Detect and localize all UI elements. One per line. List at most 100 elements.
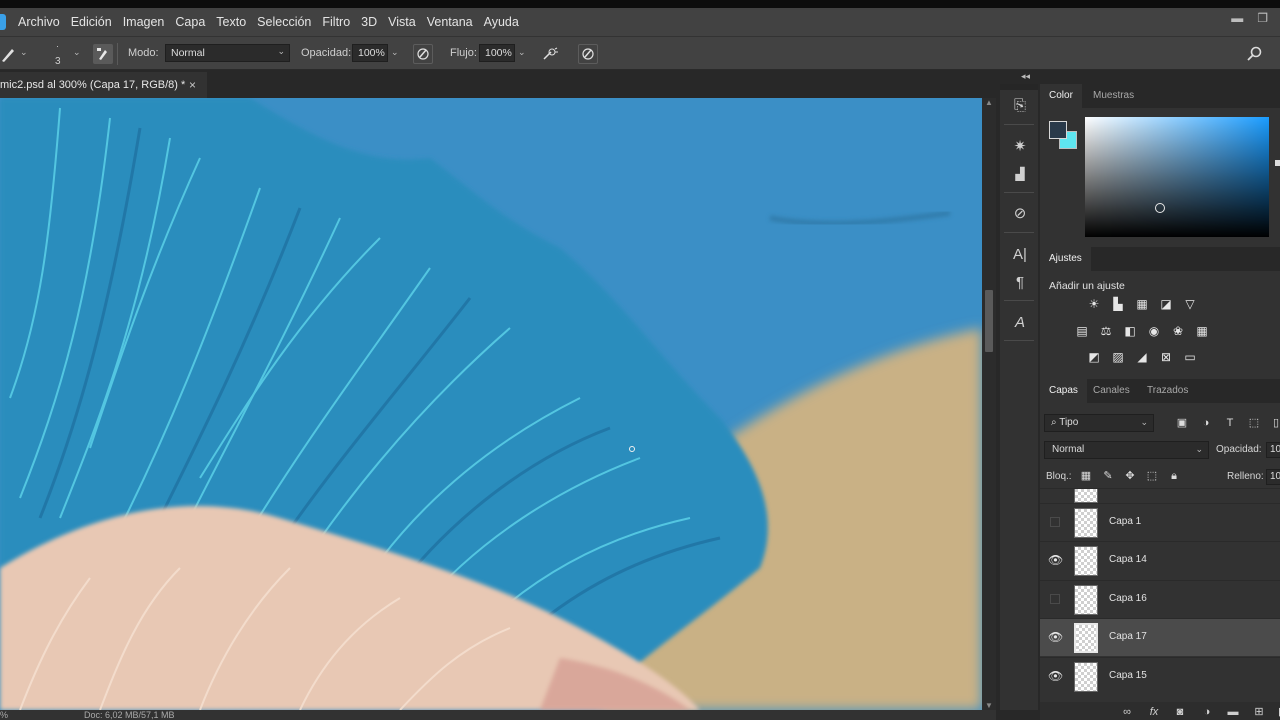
menu-texto[interactable]: Texto [216,15,246,29]
layer-opacity-input[interactable]: 10 [1266,442,1280,458]
layer-row-partial[interactable] [1040,488,1280,503]
menu-edicion[interactable]: Edición [71,15,112,29]
document-info[interactable]: Doc: 6,02 MB/57,1 MB [84,710,175,720]
flow-chevron-icon[interactable]: ⌄ [518,47,526,58]
new-adjustment-icon[interactable]: ◑ [1200,706,1214,718]
filter-pixel-icon[interactable]: ▣ [1175,416,1189,430]
black-white-icon[interactable]: ◧ [1122,324,1138,338]
delete-layer-icon[interactable]: ▮ [1274,706,1280,718]
layer-thumbnail[interactable] [1074,585,1098,615]
layer-row[interactable]: 👁︎ Capa 17 [1040,618,1280,656]
layer-filter-select[interactable]: ⌕ Tipo ⌄ [1044,414,1154,432]
selective-color-icon[interactable]: ⊠ [1158,350,1174,364]
layer-thumbnail[interactable] [1074,662,1098,692]
visibility-toggle-empty[interactable] [1050,594,1060,604]
menu-ventana[interactable]: Ventana [427,15,473,29]
mode-select[interactable]: Normal ⌄ [165,44,290,62]
visibility-toggle-empty[interactable] [1050,517,1060,527]
brush-picker-chevron-icon[interactable]: ⌄ [73,47,81,58]
layer-thumbnail[interactable] [1074,508,1098,538]
minimize-button[interactable]: ▬ [1231,11,1243,25]
tab-ajustes[interactable]: Ajustes [1040,247,1091,271]
filter-shape-icon[interactable]: ⬚ [1247,416,1261,430]
lock-position-icon[interactable]: ✥ [1123,469,1137,483]
lock-artboard-icon[interactable]: ⬚ [1145,469,1159,483]
layer-fill-input[interactable]: 10 [1266,469,1280,485]
pressure-size-icon[interactable] [578,44,598,64]
scroll-up-icon[interactable]: ▲ [985,98,993,107]
new-layer-icon[interactable]: ⊞ [1252,706,1266,718]
history-icon[interactable]: ⎘ [1009,94,1031,116]
lock-transparency-icon[interactable]: ▦ [1079,469,1093,483]
layer-row[interactable]: 👁︎ Capa 15 [1040,657,1280,695]
restore-button[interactable]: ❐ [1257,11,1268,25]
menu-ayuda[interactable]: Ayuda [484,15,519,29]
opacity-input[interactable]: 100% [352,44,388,62]
character-icon[interactable]: A| [1009,243,1031,265]
gradient-map-icon[interactable]: ▭ [1182,350,1198,364]
filter-smart-object-icon[interactable]: ▯ [1269,416,1280,430]
lock-paint-icon[interactable]: ✎ [1101,469,1115,483]
paragraph-icon[interactable]: ¶ [1009,271,1031,293]
link-layers-icon[interactable]: ∞ [1120,706,1134,718]
zoom-level[interactable]: % [0,710,8,720]
canvas-vertical-scrollbar[interactable]: ▲ ▼ [982,98,996,710]
brush-size-label[interactable]: 3 [55,56,61,67]
layer-thumbnail[interactable] [1074,623,1098,653]
vibrance-icon[interactable]: ▽ [1182,297,1198,311]
foreground-color-swatch[interactable] [1049,121,1067,139]
posterize-icon[interactable]: ▨ [1110,350,1126,364]
color-lookup-icon[interactable]: ▦ [1194,324,1210,338]
brush-panel-icon[interactable] [93,44,113,64]
menu-imagen[interactable]: Imagen [123,15,165,29]
add-mask-icon[interactable]: ◙ [1173,706,1187,718]
brightness-contrast-icon[interactable]: ☀ [1086,297,1102,311]
invert-icon[interactable]: ◩ [1086,350,1102,364]
layer-name[interactable]: Capa 16 [1109,593,1147,604]
clone-source-icon[interactable]: ⊘ [1009,202,1031,224]
layer-row[interactable]: Capa 16 [1040,580,1280,618]
brushes-icon[interactable]: ▟ [1009,163,1031,185]
scroll-down-icon[interactable]: ▼ [985,701,993,710]
levels-icon[interactable]: ▙ [1110,297,1126,311]
opacity-chevron-icon[interactable]: ⌄ [391,47,399,58]
glyphs-icon[interactable]: A [1009,311,1031,333]
visibility-eye-icon[interactable]: 👁︎ [1048,631,1063,643]
document-tab[interactable]: mic2.psd al 300% (Capa 17, RGB/8) * × [0,72,207,98]
layer-name[interactable]: Capa 17 [1109,631,1147,642]
menu-vista[interactable]: Vista [388,15,416,29]
tab-muestras[interactable]: Muestras [1084,84,1143,108]
layer-row[interactable]: 👁︎ Capa 14 [1040,541,1280,579]
close-tab-icon[interactable]: × [189,78,196,92]
hue-slider-marker[interactable] [1275,160,1280,166]
layer-name[interactable]: Capa 1 [1109,516,1141,527]
menu-capa[interactable]: Capa [175,15,205,29]
curves-icon[interactable]: ▦ [1134,297,1150,311]
airbrush-icon[interactable] [540,44,560,64]
color-picker-field[interactable] [1085,117,1269,237]
color-picker-marker[interactable] [1155,203,1165,213]
photo-filter-icon[interactable]: ◉ [1146,324,1162,338]
layer-blend-mode-select[interactable]: Normal ⌄ [1044,441,1209,459]
threshold-icon[interactable]: ◢ [1134,350,1150,364]
layer-name[interactable]: Capa 14 [1109,554,1147,565]
channel-mixer-icon[interactable]: ❀ [1170,324,1186,338]
filter-adjustment-icon[interactable]: ◑ [1199,416,1213,430]
filter-type-icon[interactable]: T [1223,416,1237,430]
exposure-icon[interactable]: ◪ [1158,297,1174,311]
layer-name[interactable]: Capa 15 [1109,670,1147,681]
menu-archivo[interactable]: Archivo [18,15,60,29]
menu-seleccion[interactable]: Selección [257,15,311,29]
pressure-opacity-icon[interactable] [413,44,433,64]
tab-color[interactable]: Color [1040,84,1082,108]
tool-preset-chevron-icon[interactable]: ⌄ [20,47,28,58]
tab-capas[interactable]: Capas [1040,379,1087,403]
layer-row[interactable]: Capa 1 [1040,503,1280,541]
flow-input[interactable]: 100% [479,44,515,62]
visibility-eye-icon[interactable]: 👁︎ [1048,554,1063,566]
new-group-icon[interactable]: ▬ [1226,706,1240,718]
canvas-artwork[interactable] [0,98,982,710]
scrollbar-thumb[interactable] [985,290,993,352]
brush-settings-icon[interactable]: ✷ [1009,135,1031,157]
tab-canales[interactable]: Canales [1084,379,1139,403]
